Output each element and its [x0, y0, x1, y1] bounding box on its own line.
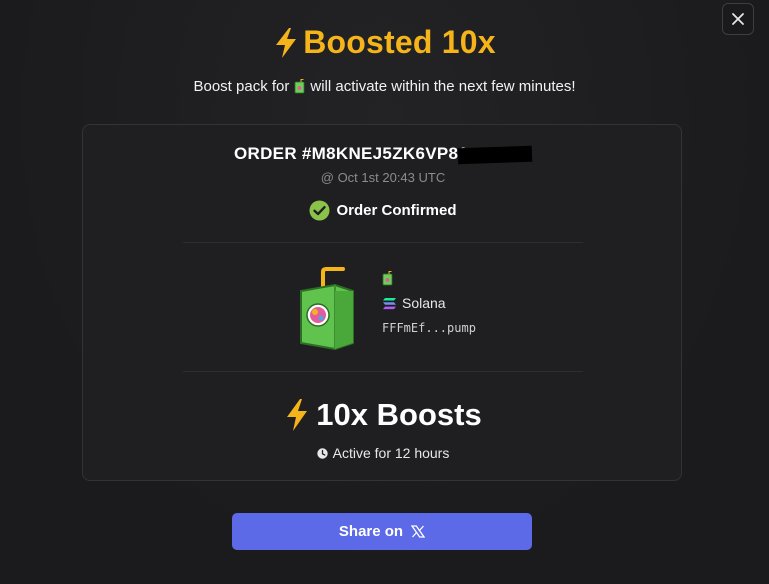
- divider: [183, 371, 583, 372]
- juice-box-icon: [382, 271, 393, 286]
- title-text: Boosted 10x: [303, 24, 496, 60]
- order-card: ORDER #M8KNEJ5ZK6VP81 @ Oct 1st 20:43 UT…: [82, 124, 682, 481]
- token-info: Solana FFFmEf...pump: [382, 271, 476, 335]
- solana-icon: [383, 297, 396, 309]
- redaction-mark: [457, 145, 533, 164]
- lightning-bolt-icon: [276, 27, 297, 58]
- token-symbol: [382, 271, 476, 289]
- order-id: ORDER #M8KNEJ5ZK6VP81: [83, 144, 683, 164]
- juice-box-icon: [300, 267, 354, 351]
- boost-duration: Active for 12 hours: [83, 445, 683, 461]
- chain-name: Solana: [402, 295, 446, 311]
- check-circle-icon: [309, 200, 330, 221]
- order-time: @ Oct 1st 20:43 UTC: [320, 170, 446, 185]
- boost-amount: 10x Boosts: [83, 397, 683, 433]
- share-on-x-button[interactable]: Share on: [232, 513, 532, 550]
- order-id-text: ORDER #M8KNEJ5ZK6VP81: [234, 144, 468, 163]
- x-logo-icon: [411, 525, 426, 538]
- share-button-label: Share on: [338, 523, 404, 540]
- juice-box-icon: [294, 79, 305, 94]
- token-chain: Solana: [382, 295, 476, 311]
- modal-title: Boosted 10x: [0, 24, 769, 61]
- order-status: Order Confirmed: [83, 200, 683, 221]
- divider: [183, 242, 583, 243]
- subtitle: Boost pack for will activate within the …: [0, 78, 769, 95]
- boost-amount-text: 10x Boosts: [316, 397, 482, 432]
- boost-confirmation-modal: Boosted 10x Boost pack for will activate…: [0, 0, 769, 584]
- order-status-text: Order Confirmed: [336, 202, 457, 219]
- clock-icon: [316, 447, 328, 459]
- token-address[interactable]: FFFmEf...pump: [382, 321, 476, 335]
- boost-duration-text: Active for 12 hours: [332, 445, 450, 461]
- lightning-bolt-icon: [287, 399, 308, 431]
- subtitle-prefix: Boost pack for: [193, 78, 290, 95]
- subtitle-suffix: will activate within the next few minute…: [310, 78, 576, 95]
